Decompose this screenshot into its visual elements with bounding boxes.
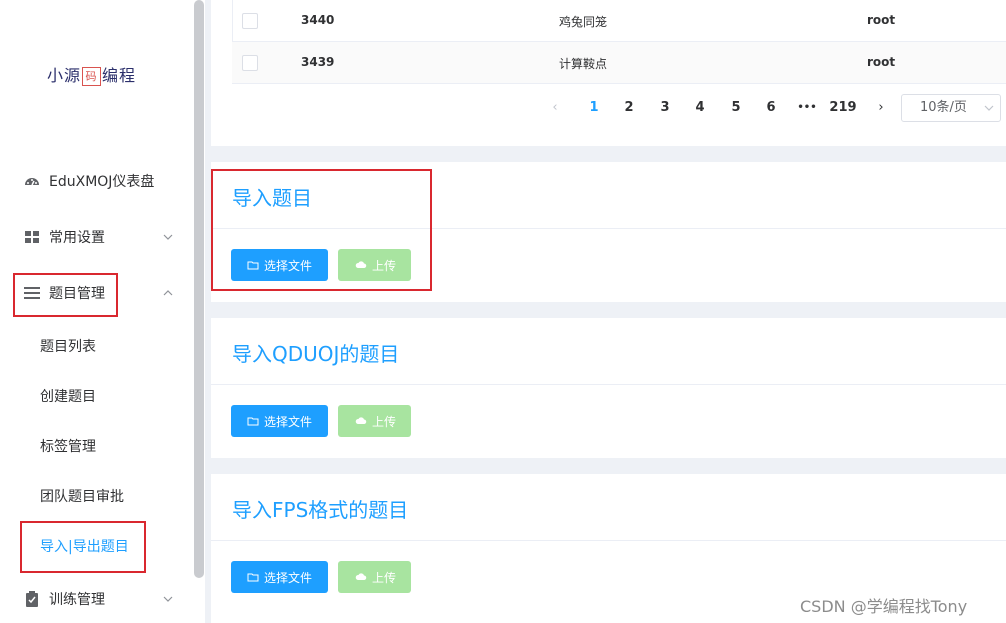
card-title: 导入FPS格式的题目 bbox=[232, 498, 409, 522]
sidebar-item-label: 训练管理 bbox=[49, 592, 105, 608]
sidebar-subitem-create-problem[interactable]: 创建题目 bbox=[0, 376, 193, 416]
sidebar-subitem-label: 导入|导出题目 bbox=[40, 539, 129, 555]
divider bbox=[211, 540, 1006, 541]
clipboard-icon bbox=[26, 591, 38, 607]
sidebar-subitem-import-export[interactable]: 导入|导出题目 bbox=[0, 526, 193, 566]
folder-icon bbox=[247, 573, 259, 582]
table-row[interactable]: 3439 计算鞍点 root bbox=[232, 42, 1006, 84]
page-size-select[interactable]: 10条/页 bbox=[901, 94, 1001, 122]
problem-id: 3439 bbox=[301, 55, 335, 69]
menu-icon bbox=[24, 287, 40, 299]
chevron-down-icon bbox=[163, 234, 173, 240]
sidebar-subitem-label: 团队题目审批 bbox=[40, 489, 124, 505]
row-checkbox[interactable] bbox=[242, 13, 258, 29]
cloud-upload-icon bbox=[355, 417, 367, 424]
button-label: 选择文件 bbox=[264, 570, 313, 585]
sidebar-subitem-tag-management[interactable]: 标签管理 bbox=[0, 426, 193, 466]
sidebar-item-dashboard[interactable]: EduXMOJ仪表盘 bbox=[0, 161, 193, 201]
divider bbox=[211, 228, 1006, 229]
problem-id: 3440 bbox=[301, 13, 335, 27]
sidebar: 小源码编程 EduXMOJ仪表盘 常用设置 题目管理 题目列表 创建题目 标签管… bbox=[0, 0, 193, 623]
page-button[interactable]: 5 bbox=[724, 100, 748, 115]
page-size-value: 10条/页 bbox=[920, 100, 967, 115]
page-button[interactable]: 6 bbox=[759, 100, 783, 115]
chevron-up-icon bbox=[163, 290, 173, 296]
sidebar-item-settings[interactable]: 常用设置 bbox=[0, 217, 193, 257]
problem-title: 鸡兔同笼 bbox=[559, 15, 608, 29]
card-title: 导入QDUOJ的题目 bbox=[232, 342, 400, 366]
sidebar-subitem-label: 标签管理 bbox=[40, 439, 96, 455]
button-label: 选择文件 bbox=[264, 258, 313, 273]
cloud-upload-icon bbox=[355, 573, 367, 580]
sidebar-item-training-management[interactable]: 训练管理 bbox=[0, 579, 193, 619]
logo[interactable]: 小源码编程 bbox=[47, 62, 136, 86]
page-button[interactable]: 2 bbox=[617, 100, 641, 115]
upload-button[interactable]: 上传 bbox=[338, 561, 411, 593]
upload-button[interactable]: 上传 bbox=[338, 405, 411, 437]
watermark: CSDN @学编程找Tony bbox=[800, 597, 968, 616]
cloud-upload-icon bbox=[355, 261, 367, 268]
page-button[interactable]: 219 bbox=[826, 100, 860, 115]
dashboard-icon bbox=[25, 178, 39, 186]
logo-text-right: 编程 bbox=[102, 66, 137, 85]
card-title: 导入题目 bbox=[232, 186, 312, 210]
sidebar-subitem-label: 题目列表 bbox=[40, 339, 96, 355]
problem-author: root bbox=[867, 55, 896, 69]
prev-page-icon[interactable]: ‹ bbox=[543, 100, 567, 115]
next-page-icon[interactable]: › bbox=[869, 100, 893, 115]
select-file-button[interactable]: 选择文件 bbox=[231, 249, 328, 281]
more-pages-icon[interactable]: ••• bbox=[795, 102, 819, 113]
sidebar-subitem-label: 创建题目 bbox=[40, 389, 96, 405]
grid-icon bbox=[25, 231, 39, 243]
divider bbox=[211, 384, 1006, 385]
button-label: 上传 bbox=[372, 414, 397, 429]
sidebar-item-label: 常用设置 bbox=[49, 230, 105, 246]
problem-table-card: 3440 鸡兔同笼 root 3439 计算鞍点 root ‹ 1 2 3 4 … bbox=[211, 0, 1006, 146]
button-label: 上传 bbox=[372, 570, 397, 585]
problem-author: root bbox=[867, 13, 896, 27]
sidebar-item-problem-management[interactable]: 题目管理 bbox=[0, 273, 193, 313]
page-button[interactable]: 4 bbox=[688, 100, 712, 115]
sidebar-scrollbar-thumb[interactable] bbox=[194, 0, 204, 578]
pagination: ‹ 1 2 3 4 5 6 ••• 219 › 10条/页 bbox=[211, 94, 1006, 122]
sidebar-item-label: EduXMOJ仪表盘 bbox=[49, 174, 155, 190]
upload-button[interactable]: 上传 bbox=[338, 249, 411, 281]
row-checkbox[interactable] bbox=[242, 55, 258, 71]
folder-icon bbox=[247, 261, 259, 270]
sidebar-subitem-problem-list[interactable]: 题目列表 bbox=[0, 326, 193, 366]
folder-icon bbox=[247, 417, 259, 426]
sidebar-subitem-team-approval[interactable]: 团队题目审批 bbox=[0, 476, 193, 516]
problem-title: 计算鞍点 bbox=[559, 57, 608, 71]
import-qduoj-card: 导入QDUOJ的题目 选择文件 上传 bbox=[211, 318, 1006, 458]
chevron-down-icon bbox=[984, 105, 994, 111]
import-problem-card: 导入题目 选择文件 上传 bbox=[211, 162, 1006, 302]
page-button[interactable]: 1 bbox=[582, 100, 606, 115]
logo-text-left: 小源 bbox=[47, 66, 82, 85]
page-button[interactable]: 3 bbox=[653, 100, 677, 115]
button-label: 上传 bbox=[372, 258, 397, 273]
button-label: 选择文件 bbox=[264, 414, 313, 429]
select-file-button[interactable]: 选择文件 bbox=[231, 561, 328, 593]
logo-mark: 码 bbox=[82, 67, 102, 86]
sidebar-item-label: 题目管理 bbox=[49, 286, 105, 302]
table-row[interactable]: 3440 鸡兔同笼 root bbox=[232, 0, 1006, 42]
chevron-down-icon bbox=[163, 596, 173, 602]
select-file-button[interactable]: 选择文件 bbox=[231, 405, 328, 437]
